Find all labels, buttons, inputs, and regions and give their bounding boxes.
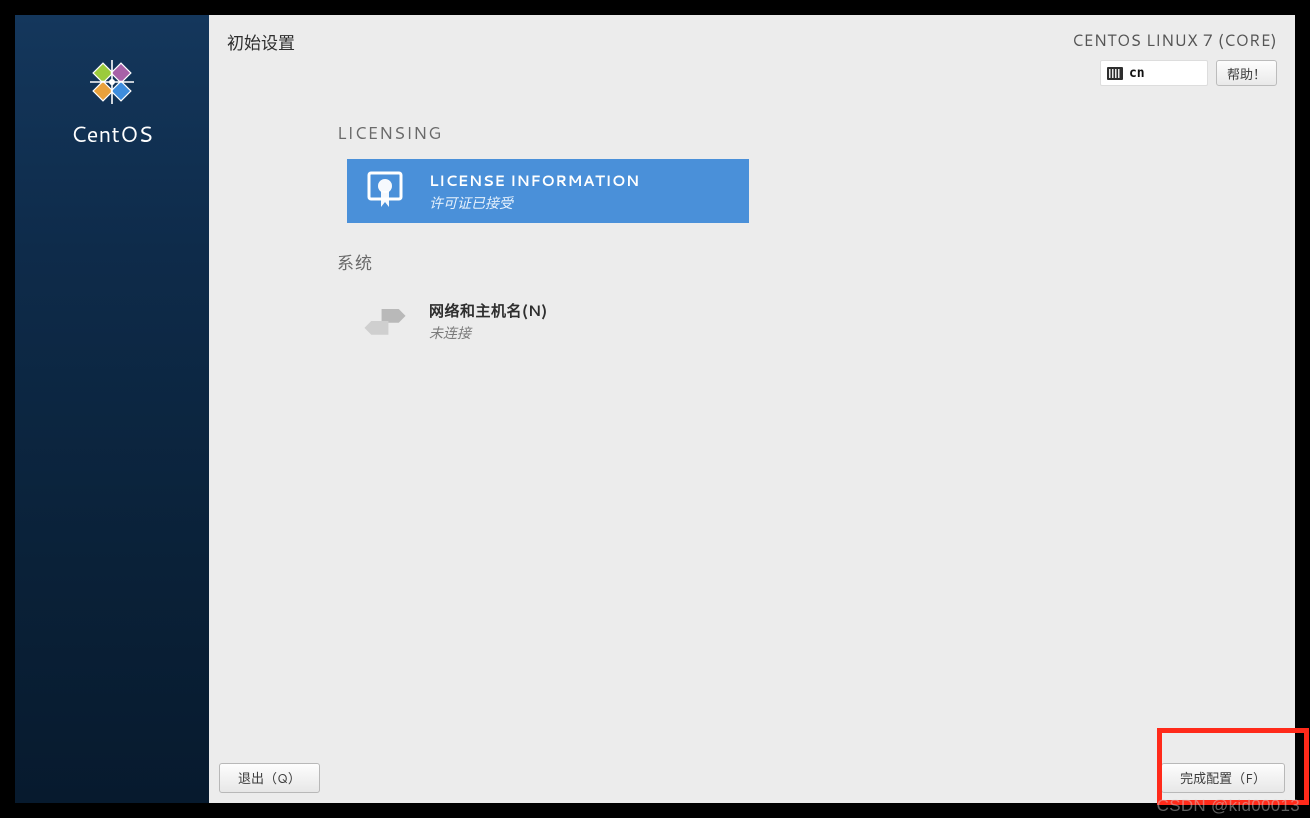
quit-button[interactable]: 退出（Q） xyxy=(219,763,320,793)
keyboard-layout-indicator[interactable]: cn xyxy=(1100,60,1208,86)
page-title: 初始设置 xyxy=(227,29,295,85)
brand-name: CentOS xyxy=(71,119,153,150)
section-heading-system: 系统 xyxy=(337,249,1295,275)
license-icon xyxy=(361,167,409,215)
network-spoke-title: 网络和主机名(N) xyxy=(429,300,548,321)
sidebar: CentOS xyxy=(15,15,209,803)
keyboard-icon xyxy=(1107,67,1123,80)
license-information-spoke[interactable]: LICENSE INFORMATION 许可证已接受 xyxy=(347,159,749,223)
network-spoke-status: 未连接 xyxy=(429,323,548,343)
app-frame: CentOS 初始设置 CENTOS LINUX 7 (CORE) cn 帮助！… xyxy=(15,15,1295,803)
network-icon xyxy=(361,297,409,345)
centos-logo-icon xyxy=(85,55,139,109)
content-area: LICENSING LICENSE INFORMATION 许可证已接受 系统 xyxy=(209,85,1295,803)
keyboard-layout-code: cn xyxy=(1129,66,1145,81)
header-right: CENTOS LINUX 7 (CORE) cn 帮助！ xyxy=(1072,29,1277,85)
branding: CentOS xyxy=(71,55,153,150)
license-spoke-text: LICENSE INFORMATION 许可证已接受 xyxy=(429,170,640,213)
network-spoke-text: 网络和主机名(N) 未连接 xyxy=(429,300,548,343)
footer: 退出（Q） 完成配置（F） xyxy=(219,763,1285,793)
os-label: CENTOS LINUX 7 (CORE) xyxy=(1072,29,1277,52)
section-heading-licensing: LICENSING xyxy=(337,121,1295,145)
header: 初始设置 CENTOS LINUX 7 (CORE) cn 帮助！ xyxy=(209,15,1295,85)
finish-configuration-button[interactable]: 完成配置（F） xyxy=(1161,763,1285,793)
main-panel: 初始设置 CENTOS LINUX 7 (CORE) cn 帮助！ LICENS… xyxy=(209,15,1295,803)
header-controls: cn 帮助！ xyxy=(1100,60,1277,86)
license-spoke-title: LICENSE INFORMATION xyxy=(429,170,640,191)
network-hostname-spoke[interactable]: 网络和主机名(N) 未连接 xyxy=(347,289,749,353)
help-button[interactable]: 帮助！ xyxy=(1216,60,1277,86)
license-spoke-status: 许可证已接受 xyxy=(429,193,640,213)
